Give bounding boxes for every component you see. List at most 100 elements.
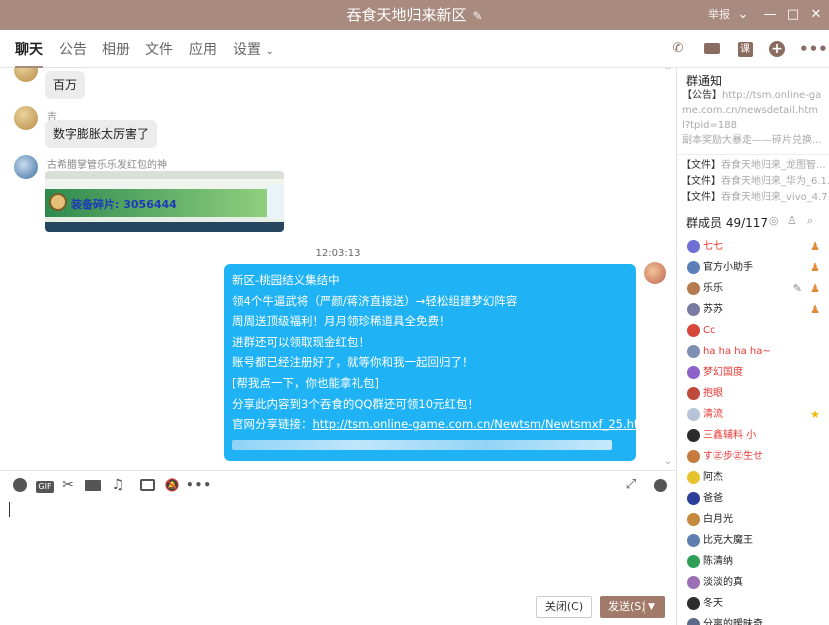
member-name: 分离的暧昧奇 xyxy=(703,619,763,625)
collapse-icon[interactable]: ⌃ xyxy=(664,68,672,77)
add-member-icon[interactable]: ♙ xyxy=(787,214,797,227)
member-item[interactable]: 阿杰 xyxy=(677,467,829,488)
member-item[interactable]: Cc xyxy=(677,320,829,341)
fullscreen-icon[interactable]: ⤢ xyxy=(622,477,640,493)
close-icon[interactable]: ✕ xyxy=(807,0,825,30)
tab-chat[interactable]: 聊天 xyxy=(15,30,43,68)
avatar xyxy=(687,597,700,610)
member-name: 三鑫辅料 小 xyxy=(703,430,757,441)
message-line: 领4个牛逼武将（严颜/蒋济直接送）→轻松组建梦幻阵容 xyxy=(232,293,518,308)
chevron-down-icon: ⌄ xyxy=(265,46,274,57)
emoji-icon[interactable] xyxy=(12,477,28,493)
chevron-down-icon[interactable]: ⌄ xyxy=(734,0,752,30)
avatar xyxy=(687,492,700,505)
pencil-icon[interactable]: ✎ xyxy=(793,278,802,299)
member-item[interactable]: ha ha ha ha~ xyxy=(677,341,829,362)
avatar xyxy=(687,513,700,526)
member-item[interactable]: 爸爸 xyxy=(677,488,829,509)
message-bubble: 百万 xyxy=(45,71,86,99)
chevron-down-icon[interactable]: ▼ xyxy=(648,596,655,618)
mute-icon[interactable]: 🔕 xyxy=(164,477,180,493)
gif-icon[interactable]: GIF xyxy=(36,477,54,493)
member-item[interactable]: 乐乐 ✎ ♟ xyxy=(677,278,829,299)
pencil-icon[interactable]: ✎ xyxy=(472,9,482,23)
message-line: 进群还可以领取现金红包！ xyxy=(232,334,370,349)
message-line: 新区-桃园结义集结中 xyxy=(232,273,340,287)
avatar xyxy=(687,324,700,337)
member-item[interactable]: 白月光 xyxy=(677,509,829,530)
member-item[interactable]: 淡淡的真 xyxy=(677,572,829,593)
member-item[interactable]: 抱眼 xyxy=(677,383,829,404)
member-name: 爸爸 xyxy=(703,493,723,504)
file-item[interactable]: 【文件】吞食天地归来_龙图智... xyxy=(677,158,829,174)
member-item[interactable]: 分离的暧昧奇 xyxy=(677,614,829,625)
member-list[interactable]: 七七 ♟ 官方小助手 ♟ 乐乐 ✎ ♟ 苏苏 ♟ Cc ha ha ha ha~ 梦幻国度 抱眼 清流 ★ 三… xyxy=(677,236,829,625)
member-name: 冬天 xyxy=(703,598,723,609)
message-line: 账号都已经注册好了，就等你和我一起回归了！ xyxy=(232,355,474,370)
more-icon[interactable]: ••• xyxy=(799,39,828,59)
history-icon[interactable] xyxy=(652,477,668,493)
tab-settings[interactable]: 设置 ⌄ xyxy=(233,30,274,68)
member-item[interactable]: 冬天 xyxy=(677,593,829,614)
avatar[interactable] xyxy=(14,68,38,82)
avatar xyxy=(687,366,700,379)
tab-bar: 聊天 公告 相册 文件 应用 设置 ⌄ ✆ 课 + ••• xyxy=(0,30,829,68)
avatar xyxy=(687,618,700,625)
folder-icon[interactable] xyxy=(84,477,102,493)
send-button[interactable]: 发送(S) ▼ xyxy=(600,596,665,618)
member-item[interactable]: 梦幻国度 xyxy=(677,362,829,383)
member-name: す㊣步㊣生せ xyxy=(703,451,763,462)
timestamp: 12:03:13 xyxy=(315,248,361,259)
member-item[interactable]: 苏苏 ♟ xyxy=(677,299,829,320)
class-icon[interactable]: 课 xyxy=(735,39,755,59)
avatar xyxy=(687,303,700,316)
member-name: 淡淡的真 xyxy=(703,577,743,588)
title-bar: 吞食天地归来新区 ✎ 举报 ⌄ — □ ✕ xyxy=(0,0,829,30)
owner-icon: ★ xyxy=(810,408,820,421)
file-list: 【文件】吞食天地归来_龙图智... 【文件】吞食天地归来_华为_6.1... 【… xyxy=(677,154,829,206)
member-item[interactable]: 陈清纳 xyxy=(677,551,829,572)
search-icon[interactable]: ⌕ xyxy=(807,214,813,228)
image-icon[interactable] xyxy=(138,477,156,493)
link-prefix: 官网分享链接： xyxy=(232,417,313,432)
tab-files[interactable]: 文件 xyxy=(145,30,173,68)
phone-icon[interactable]: ✆ xyxy=(668,39,688,59)
avatar xyxy=(687,576,700,589)
music-icon[interactable]: ♫ xyxy=(110,477,126,493)
minimize-icon[interactable]: — xyxy=(761,0,779,30)
member-item[interactable]: 七七 ♟ xyxy=(677,236,829,257)
notice-content[interactable]: 【公告】http://tsm.online-game.com.cn/newsde… xyxy=(682,88,825,148)
tab-album[interactable]: 相册 xyxy=(102,30,130,68)
input-area[interactable]: GIF ✂ ♫ 🔕 ••• ⤢ 关闭(C) 发送(S) ▼ xyxy=(0,470,676,625)
maximize-icon[interactable]: □ xyxy=(784,0,802,30)
tab-apps[interactable]: 应用 xyxy=(189,30,217,68)
blurred-text xyxy=(232,440,612,451)
report-link[interactable]: 举报 xyxy=(708,0,730,30)
file-item[interactable]: 【文件】吞食天地归来_vivo_4.7... xyxy=(677,190,829,206)
avatar[interactable] xyxy=(14,106,38,130)
file-item[interactable]: 【文件】吞食天地归来_华为_6.1... xyxy=(677,174,829,190)
member-item[interactable]: 比克大魔王 xyxy=(677,530,829,551)
expand-icon[interactable]: ⌄ xyxy=(664,456,672,467)
add-icon[interactable]: + xyxy=(767,39,787,59)
message-image[interactable]: 装备碎片: 3056444 xyxy=(45,171,284,232)
window-title: 吞食天地归来新区 ✎ xyxy=(346,6,483,24)
avatar[interactable] xyxy=(14,155,38,179)
text-caret xyxy=(9,502,10,517)
member-item[interactable]: す㊣步㊣生せ xyxy=(677,446,829,467)
chat-area[interactable]: ⌃ 百万 吉 数字膨胀太厉害了 古希腊掌管乐乐发红包的神 装备碎片: 30564… xyxy=(0,68,676,470)
member-item[interactable]: 清流 ★ xyxy=(677,404,829,425)
share-link[interactable]: http://tsm.online-game.com.cn/Newtsm/New… xyxy=(313,417,659,431)
video-icon[interactable] xyxy=(702,39,722,59)
member-item[interactable]: 官方小助手 ♟ xyxy=(677,257,829,278)
member-name: 白月光 xyxy=(703,514,733,525)
tab-notice[interactable]: 公告 xyxy=(59,30,87,68)
more-icon[interactable]: ••• xyxy=(186,477,211,493)
avatar[interactable] xyxy=(644,262,666,284)
member-name: 陈清纳 xyxy=(703,556,733,567)
group-chat-icon[interactable]: ◎ xyxy=(769,214,779,227)
member-name: 阿杰 xyxy=(703,472,723,483)
close-button[interactable]: 关闭(C) xyxy=(536,596,592,618)
scissors-icon[interactable]: ✂ xyxy=(60,477,76,493)
member-item[interactable]: 三鑫辅料 小 xyxy=(677,425,829,446)
